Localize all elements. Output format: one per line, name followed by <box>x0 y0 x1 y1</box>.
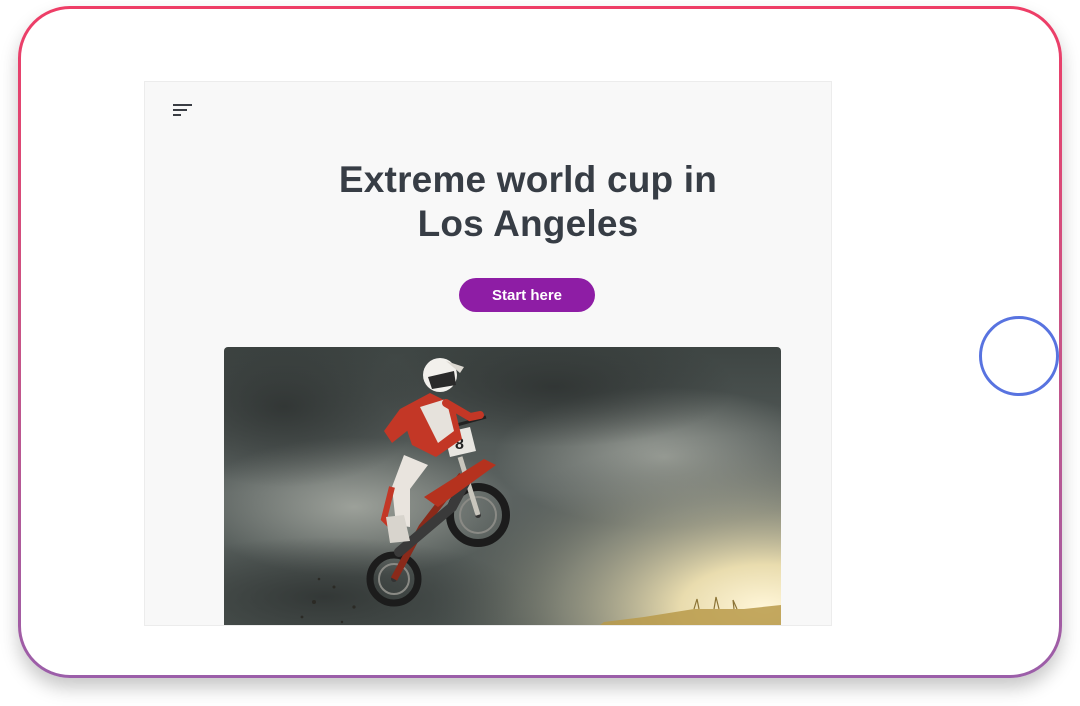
motocross-photo: 8 <box>224 347 781 625</box>
hero-title: Extreme world cup in Los Angeles <box>145 158 831 246</box>
app-viewport: Extreme world cup in Los Angeles Start h… <box>144 81 832 626</box>
tablet-screen: Extreme world cup in Los Angeles Start h… <box>21 9 1059 675</box>
menu-icon-line <box>173 109 187 111</box>
start-here-button[interactable]: Start here <box>459 278 595 312</box>
menu-icon-line <box>173 114 181 116</box>
home-button[interactable] <box>979 316 1059 396</box>
hero-title-line-1: Extreme world cup in <box>338 159 718 200</box>
menu-icon-line <box>173 104 192 106</box>
hero-image: 8 <box>224 347 781 625</box>
tablet-frame: Extreme world cup in Los Angeles Start h… <box>18 6 1062 678</box>
menu-icon[interactable] <box>173 103 193 117</box>
hero-title-line-2: Los Angeles <box>417 203 639 244</box>
